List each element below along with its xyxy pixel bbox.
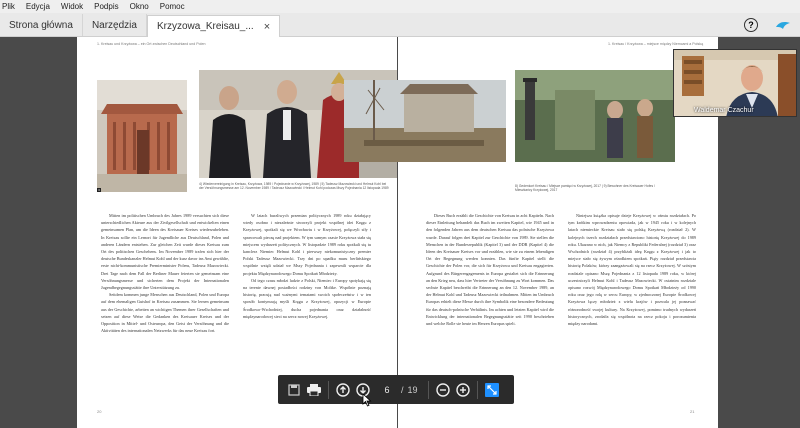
text-column-german: Dieses Buch erzählt die Geschichte von K… bbox=[426, 212, 554, 327]
tab-tools[interactable]: Narzędzia bbox=[83, 14, 147, 36]
toolbar-divider bbox=[476, 380, 478, 399]
print-icon bbox=[307, 383, 321, 396]
close-icon[interactable]: × bbox=[264, 21, 270, 33]
paragraph: Dieses Buch erzählt die Geschichte von K… bbox=[426, 213, 554, 327]
tab-home[interactable]: Strona główna bbox=[0, 14, 83, 36]
text-column-polish: Niniejsza książka opisuje dzieje Krzyżow… bbox=[568, 212, 696, 327]
mouse-cursor-icon bbox=[362, 393, 372, 407]
menu-widok[interactable]: Widok bbox=[61, 2, 83, 11]
text-column-german: Mitten im politischen Umbruch des Jahres… bbox=[101, 212, 229, 334]
arrow-up-circle-icon bbox=[336, 382, 350, 397]
fit-page-button[interactable] bbox=[482, 380, 502, 400]
webcam-video[interactable]: Waldemar Czachur bbox=[673, 49, 797, 117]
toolbar-divider bbox=[427, 380, 429, 399]
document-viewer[interactable]: 1. Kreisau und Krzyżowa – ein Ort zwisch… bbox=[0, 37, 800, 428]
paragraph: Od tego czasu młodzi ludzie z Polski, Ni… bbox=[243, 277, 371, 319]
tab-bar: Strona główna Narzędzia Krzyzowa_Kreisau… bbox=[0, 13, 800, 37]
paragraph: Niniejsza książka opisuje dzieje Krzyżow… bbox=[568, 213, 696, 327]
menu-edycja[interactable]: Edycja bbox=[26, 2, 50, 11]
tab-document-label: Krzyzowa_Kreisau_... bbox=[156, 21, 254, 32]
page-number: 20 bbox=[97, 409, 102, 414]
current-page-field[interactable]: 6 bbox=[373, 385, 401, 395]
photo-railway-station bbox=[97, 80, 187, 192]
previous-page-button[interactable] bbox=[333, 380, 353, 400]
photo-caption: 4) Wiedervereinigung in Kreisau, Krzyżow… bbox=[199, 182, 389, 191]
paragraph: Seitdem kommen junge Menschen aus Deutsc… bbox=[101, 292, 229, 334]
menu-podpis[interactable]: Podpis bbox=[94, 2, 118, 11]
tab-home-label: Strona główna bbox=[9, 19, 73, 31]
toolbar-divider bbox=[328, 380, 329, 399]
save-button[interactable] bbox=[284, 380, 304, 400]
text-column-polish: W latach burzliwych przemian politycznyc… bbox=[243, 212, 371, 320]
total-pages: 19 bbox=[407, 384, 418, 395]
figure-number: 3 bbox=[97, 188, 101, 192]
page-separator: / bbox=[401, 384, 404, 395]
photo-memorial bbox=[515, 70, 675, 162]
running-head: 1. Kreisau und Krzyżowa – ein Ort zwisch… bbox=[97, 42, 206, 46]
save-icon bbox=[288, 383, 300, 396]
tab-document[interactable]: Krzyzowa_Kreisau_... × bbox=[146, 15, 281, 37]
menu-bar: Plik Edycja Widok Podpis Okno Pomoc bbox=[0, 0, 800, 13]
zoom-out-button[interactable] bbox=[433, 380, 453, 400]
participant-name: Waldemar Czachur bbox=[694, 107, 754, 114]
print-button[interactable] bbox=[304, 380, 324, 400]
tab-tools-label: Narzędzia bbox=[91, 19, 137, 31]
photo-caption: 8) Gedenkort Kreisau / Miejsce pamięci w… bbox=[515, 184, 655, 193]
plus-circle-icon bbox=[455, 382, 470, 397]
bird-icon[interactable] bbox=[774, 18, 792, 32]
paragraph: W latach burzliwych przemian politycznyc… bbox=[243, 213, 371, 276]
running-head: 1. Kreisau / Krzyżowa – miejsce między N… bbox=[608, 42, 704, 46]
zoom-in-button[interactable] bbox=[453, 380, 473, 400]
paragraph: Mitten im politischen Umbruch des Jahres… bbox=[101, 213, 229, 291]
right-page: 1. Kreisau / Krzyżowa – miejsce między N… bbox=[344, 37, 718, 428]
help-button[interactable]: ? bbox=[744, 18, 758, 32]
menu-plik[interactable]: Plik bbox=[2, 2, 15, 11]
fit-to-page-icon bbox=[484, 382, 499, 397]
menu-pomoc[interactable]: Pomoc bbox=[160, 2, 185, 11]
page-number: 21 bbox=[690, 409, 695, 414]
page-toolbar: 6 / 19 bbox=[278, 375, 514, 404]
photo-construction-site bbox=[344, 80, 506, 162]
minus-circle-icon bbox=[435, 382, 450, 397]
menu-okno[interactable]: Okno bbox=[130, 2, 149, 11]
